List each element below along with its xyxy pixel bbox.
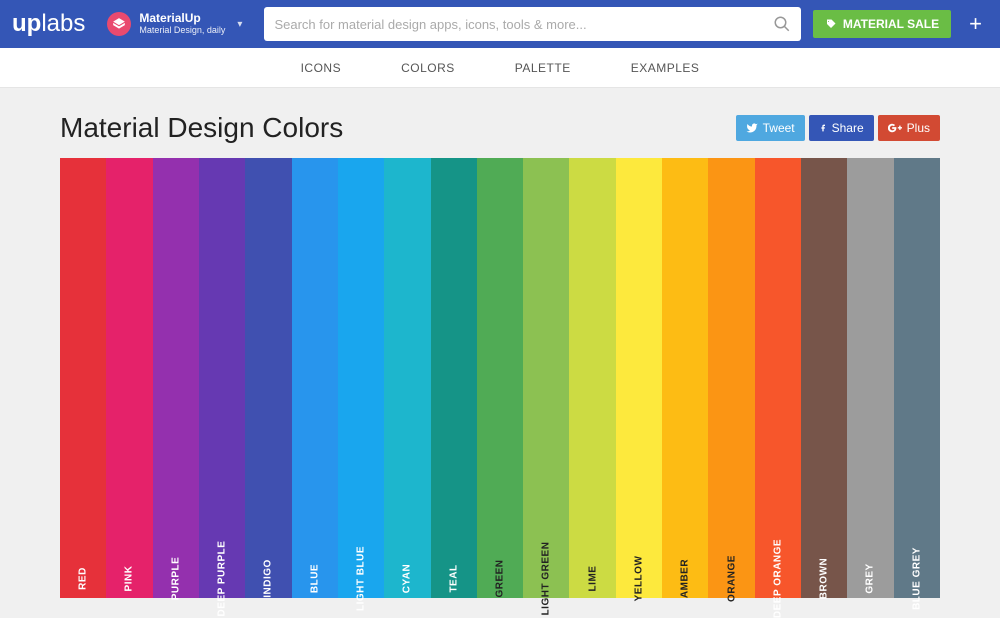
swatch-label: LIGHT BLUE bbox=[356, 546, 367, 611]
color-swatch[interactable]: GREY bbox=[847, 158, 893, 598]
color-swatch[interactable]: LIGHT GREEN bbox=[523, 158, 569, 598]
swatch-label: INDIGO bbox=[263, 559, 274, 598]
swatch-label: ORANGE bbox=[726, 555, 737, 602]
color-swatch[interactable]: DEEP ORANGE bbox=[755, 158, 801, 598]
swatch-label: RED bbox=[78, 567, 89, 590]
gplus-label: Plus bbox=[907, 121, 930, 135]
swatch-label: DEEP PURPLE bbox=[217, 541, 228, 617]
search-container bbox=[264, 7, 800, 41]
swatch-label: TEAL bbox=[448, 564, 459, 592]
swatch-label: YELLOW bbox=[633, 556, 644, 602]
color-swatch[interactable]: LIGHT BLUE bbox=[338, 158, 384, 598]
nav-icons[interactable]: ICONS bbox=[301, 61, 342, 75]
color-swatch[interactable]: BLUE bbox=[292, 158, 338, 598]
logo-prefix: up bbox=[12, 10, 41, 38]
tweet-label: Tweet bbox=[763, 121, 795, 135]
color-swatch[interactable]: GREEN bbox=[477, 158, 523, 598]
page-title: Material Design Colors bbox=[60, 112, 343, 144]
share-button[interactable]: Share bbox=[809, 115, 874, 141]
color-swatch[interactable]: TEAL bbox=[431, 158, 477, 598]
color-swatch[interactable]: CYAN bbox=[384, 158, 430, 598]
nav-bar: ICONS COLORS PALETTE EXAMPLES bbox=[0, 48, 1000, 88]
swatch-label: CYAN bbox=[402, 564, 413, 593]
dropdown-title: MaterialUp bbox=[139, 12, 225, 25]
swatch-label: GREEN bbox=[494, 559, 505, 597]
color-swatch[interactable]: LIME bbox=[569, 158, 615, 598]
facebook-icon bbox=[819, 122, 827, 134]
swatch-label: LIGHT GREEN bbox=[541, 542, 552, 616]
tweet-button[interactable]: Tweet bbox=[736, 115, 805, 141]
tag-icon bbox=[825, 18, 837, 30]
materialup-icon bbox=[107, 12, 131, 36]
color-swatch[interactable]: DEEP PURPLE bbox=[199, 158, 245, 598]
twitter-icon bbox=[746, 122, 758, 134]
color-swatch[interactable]: BLUE GREY bbox=[894, 158, 940, 598]
swatch-label: LIME bbox=[587, 566, 598, 592]
chevron-down-icon: ▾ bbox=[237, 19, 242, 30]
color-swatch[interactable]: RED bbox=[60, 158, 106, 598]
swatch-label: PINK bbox=[124, 566, 135, 592]
nav-palette[interactable]: PALETTE bbox=[515, 61, 571, 75]
social-buttons: Tweet Share Plus bbox=[736, 115, 940, 141]
site-dropdown[interactable]: MaterialUp Material Design, daily ▾ bbox=[97, 6, 252, 42]
sale-label: MATERIAL SALE bbox=[843, 17, 939, 31]
swatch-label: AMBER bbox=[680, 559, 691, 598]
gplus-button[interactable]: Plus bbox=[878, 115, 940, 141]
search-input[interactable] bbox=[274, 17, 772, 32]
color-swatch[interactable]: ORANGE bbox=[708, 158, 754, 598]
swatch-label: PURPLE bbox=[170, 557, 181, 601]
color-swatch[interactable]: PINK bbox=[106, 158, 152, 598]
color-swatch[interactable]: BROWN bbox=[801, 158, 847, 598]
content: Material Design Colors Tweet Share Plus … bbox=[0, 88, 1000, 598]
logo-suffix: labs bbox=[41, 10, 85, 38]
gplus-icon bbox=[888, 123, 902, 133]
swatch-label: BLUE bbox=[309, 564, 320, 593]
color-swatch[interactable]: YELLOW bbox=[616, 158, 662, 598]
color-swatch[interactable]: PURPLE bbox=[153, 158, 199, 598]
color-swatch[interactable]: AMBER bbox=[662, 158, 708, 598]
swatch-label: GREY bbox=[865, 563, 876, 593]
add-button[interactable]: + bbox=[963, 11, 988, 37]
swatch-label: BROWN bbox=[819, 558, 830, 599]
title-row: Material Design Colors Tweet Share Plus bbox=[60, 112, 940, 144]
logo[interactable]: uplabs bbox=[12, 10, 85, 38]
share-label: Share bbox=[832, 121, 864, 135]
search-icon[interactable] bbox=[773, 15, 791, 33]
color-swatch[interactable]: INDIGO bbox=[245, 158, 291, 598]
dropdown-subtitle: Material Design, daily bbox=[139, 26, 225, 36]
nav-colors[interactable]: COLORS bbox=[401, 61, 455, 75]
nav-examples[interactable]: EXAMPLES bbox=[631, 61, 700, 75]
top-bar: uplabs MaterialUp Material Design, daily… bbox=[0, 0, 1000, 48]
color-palette: RED PINK PURPLE DEEP PURPLE INDIGO BLUE LIGHT … bbox=[60, 158, 940, 598]
swatch-label: DEEP ORANGE bbox=[772, 539, 783, 618]
dropdown-text: MaterialUp Material Design, daily bbox=[139, 12, 225, 35]
swatch-label: BLUE GREY bbox=[911, 547, 922, 610]
material-sale-button[interactable]: MATERIAL SALE bbox=[813, 10, 951, 38]
